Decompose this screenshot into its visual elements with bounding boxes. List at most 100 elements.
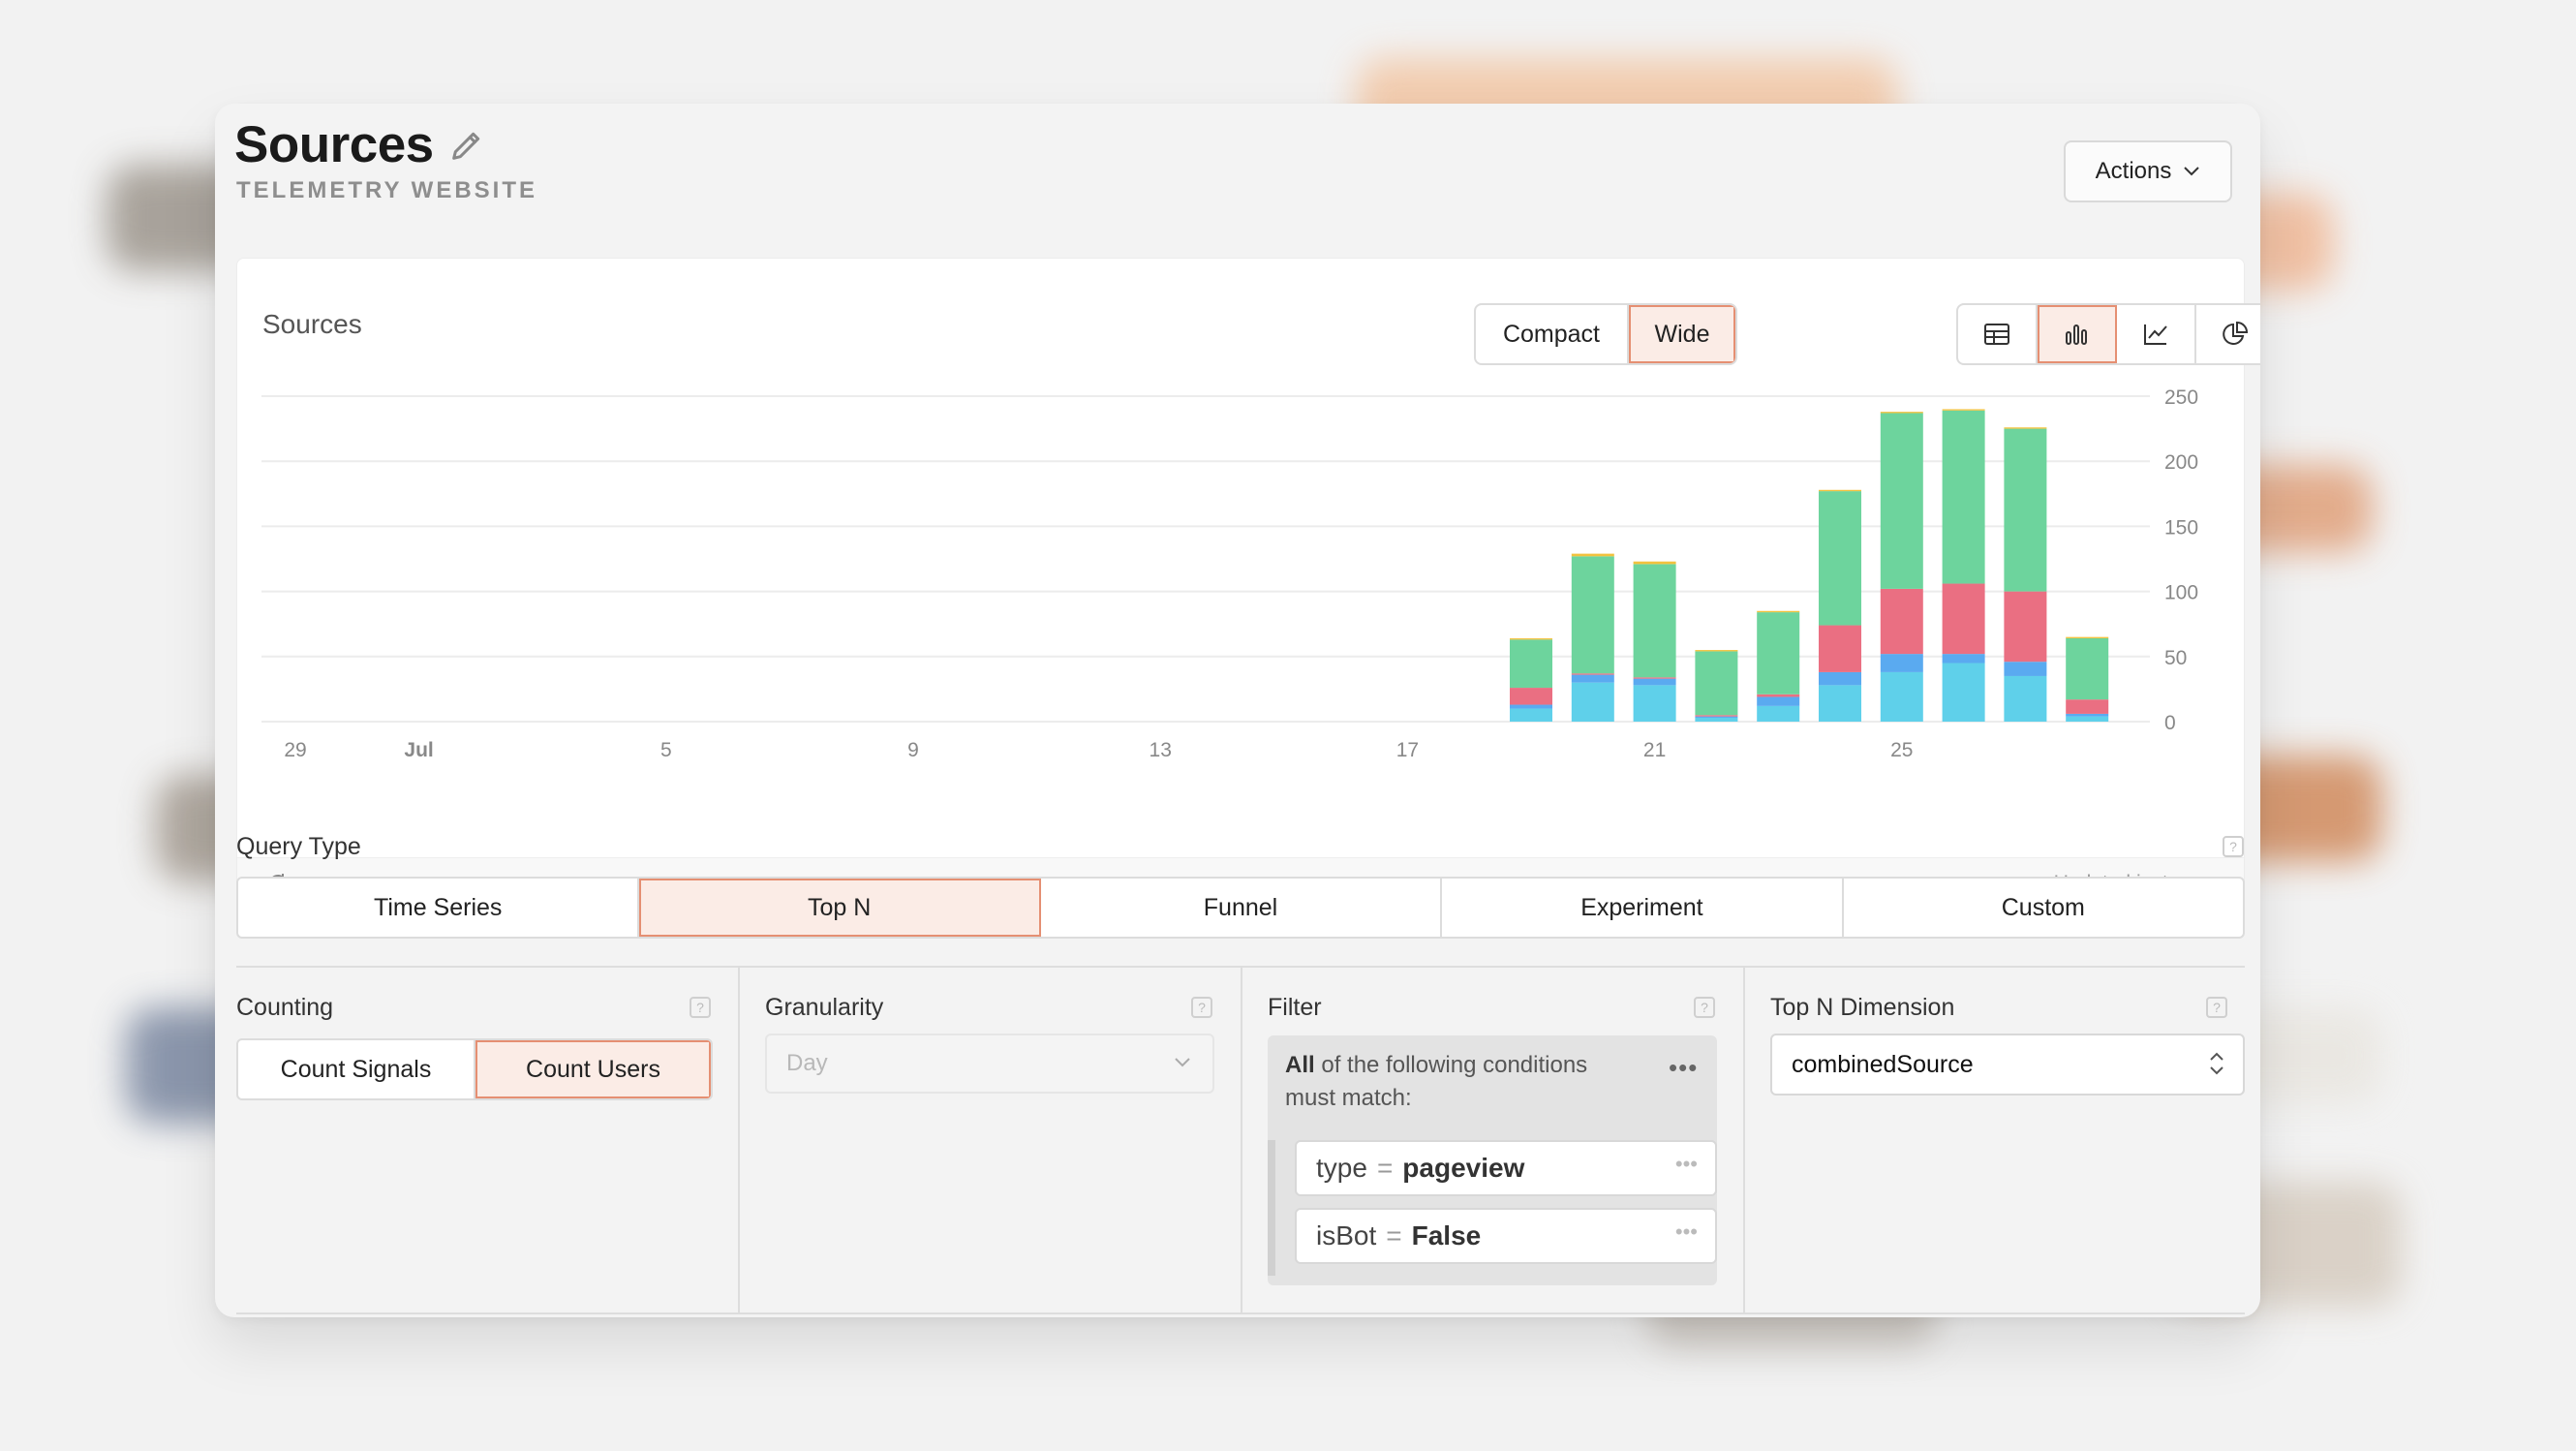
help-icon[interactable]: ?	[690, 997, 711, 1018]
bar-segment	[1880, 588, 1923, 655]
bar-segment	[2066, 637, 2109, 700]
condition-value: pageview	[1402, 1153, 1525, 1183]
query-type-top-n[interactable]: Top N	[639, 879, 1041, 937]
bar-segment	[1633, 677, 1676, 679]
x-tick-label: 21	[1643, 739, 1666, 761]
bar-segment	[2004, 675, 2047, 722]
help-icon[interactable]: ?	[2223, 836, 2244, 857]
bar-segment	[1510, 708, 1552, 722]
help-icon[interactable]: ?	[2206, 997, 2227, 1018]
y-tick-label: 100	[2164, 582, 2198, 604]
bar-segment	[2066, 716, 2109, 722]
counting-toggle: Count Signals Count Users	[236, 1038, 713, 1100]
filter-label: Filter	[1268, 994, 1322, 1021]
granularity-value: Day	[786, 1050, 828, 1076]
app-subtitle: TELEMETRY WEBSITE	[236, 177, 538, 203]
granularity-column: Granularity ? Day	[740, 968, 1242, 1312]
option-label: Top N	[807, 893, 872, 921]
query-type-custom[interactable]: Custom	[1844, 879, 2243, 937]
y-tick-label: 50	[2164, 647, 2187, 669]
count-signals-button[interactable]: Count Signals	[238, 1040, 475, 1098]
condition-key: isBot	[1316, 1220, 1377, 1250]
filter-mode[interactable]: All	[1285, 1052, 1315, 1078]
chart-card: Sources Compact Wide 050 100 150 200 250…	[236, 258, 2260, 911]
x-tick-label: 17	[1396, 739, 1419, 761]
bar-segment	[1880, 412, 1923, 414]
filter-group-header: All of the following conditions must mat…	[1285, 1049, 1634, 1115]
bar-segment	[1633, 685, 1676, 722]
query-type-funnel[interactable]: Funnel	[1041, 879, 1443, 937]
y-tick-label: 150	[2164, 516, 2198, 539]
bar-segment	[1880, 671, 1923, 722]
query-type-label: Query Type	[236, 833, 361, 860]
top-n-label: Top N Dimension	[1770, 994, 1955, 1021]
bar-segment	[1942, 409, 1985, 411]
more-icon[interactable]: •••	[1675, 1219, 1698, 1245]
filter-condition[interactable]: type = pageview •••	[1295, 1140, 1717, 1196]
bar-segment	[2066, 636, 2109, 638]
help-icon[interactable]: ?	[1694, 997, 1715, 1018]
option-label: Count Users	[526, 1055, 660, 1083]
top-n-value: combinedSource	[1792, 1050, 1974, 1078]
bar-segment	[1510, 639, 1552, 689]
x-tick-label: 25	[1890, 739, 1913, 761]
counting-column: Counting ? Count Signals Count Users	[236, 968, 740, 1312]
bar-segment	[1571, 553, 1614, 557]
more-icon[interactable]: •••	[1675, 1152, 1698, 1177]
x-tick-label: 5	[660, 739, 672, 761]
bar-segment	[1942, 583, 1985, 655]
bar-segment	[1695, 650, 1738, 652]
bar-segment	[2004, 428, 2047, 592]
bar-segment	[1510, 704, 1552, 709]
bar-segment	[2066, 713, 2109, 717]
y-tick-label: 200	[2164, 451, 2198, 474]
option-label: Funnel	[1203, 893, 1278, 921]
bar-segment	[1757, 612, 1800, 695]
bar-segment	[1695, 651, 1738, 716]
insight-panel: Sources TELEMETRY WEBSITE Actions Source…	[215, 104, 2260, 1317]
option-label: Experiment	[1580, 893, 1703, 921]
x-tick-label: 29	[284, 739, 306, 761]
bar-segment	[1819, 625, 1861, 672]
bar-segment	[1633, 564, 1676, 678]
bar-segment	[2004, 591, 2047, 663]
actions-label: Actions	[2095, 158, 2172, 184]
actions-button[interactable]: Actions	[2064, 140, 2232, 202]
option-label: Count Signals	[280, 1055, 432, 1083]
chevron-down-icon	[2184, 167, 2200, 176]
bar-segment	[1571, 674, 1614, 683]
bar-segment	[1757, 694, 1800, 697]
more-icon[interactable]: •••	[1669, 1053, 1698, 1083]
bar-segment	[1819, 491, 1861, 626]
option-label: Time Series	[373, 893, 503, 921]
query-type-experiment[interactable]: Experiment	[1442, 879, 1844, 937]
bar-segment	[1757, 705, 1800, 722]
query-type-time-series[interactable]: Time Series	[238, 879, 640, 937]
condition-key: type	[1316, 1153, 1367, 1183]
top-n-dimension-select[interactable]: combinedSource	[1770, 1034, 2245, 1096]
query-type-selector: Time Series Top N Funnel Experiment Cust…	[236, 877, 2245, 939]
y-tick-label: 250	[2164, 386, 2198, 409]
filter-condition[interactable]: isBot = False •••	[1295, 1208, 1717, 1264]
pencil-icon[interactable]	[447, 126, 486, 165]
condition-operator: =	[1386, 1220, 1402, 1250]
bar-segment	[1695, 715, 1738, 717]
chevron-up-down-icon	[2210, 1052, 2223, 1075]
bar-segment	[1819, 685, 1861, 722]
bar-segment	[1510, 688, 1552, 705]
query-options-row: Counting ? Count Signals Count Users Gra…	[236, 966, 2245, 1314]
bar-segment	[1757, 610, 1800, 613]
granularity-label: Granularity	[765, 994, 884, 1021]
chevron-down-icon	[1175, 1058, 1190, 1067]
page-title: Sources	[234, 115, 486, 174]
bar-segment	[1880, 654, 1923, 672]
bar-segment	[1942, 410, 1985, 584]
help-icon[interactable]: ?	[1191, 997, 1212, 1018]
filter-group: All of the following conditions must mat…	[1268, 1035, 1717, 1285]
granularity-select[interactable]: Day	[765, 1034, 1214, 1094]
y-tick-label: 0	[2164, 712, 2176, 734]
bar-segment	[1819, 489, 1861, 492]
condition-value: False	[1411, 1220, 1482, 1250]
bar-segment	[2066, 699, 2109, 714]
count-users-button[interactable]: Count Users	[475, 1040, 711, 1098]
